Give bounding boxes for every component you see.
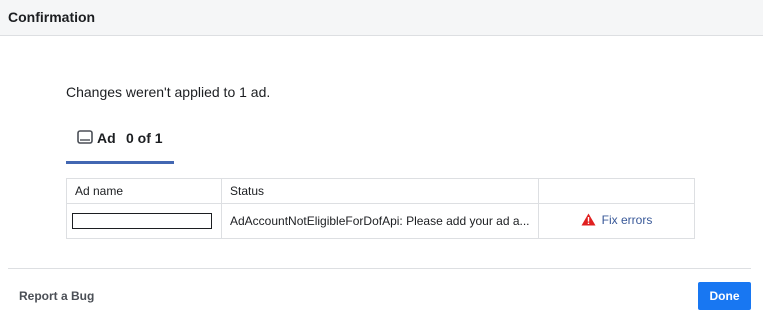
tablet-icon bbox=[77, 130, 93, 144]
ad-name-cell bbox=[66, 203, 222, 239]
results-table: Ad name Status AdAccountNotEligibleForDo… bbox=[66, 178, 695, 239]
fix-errors-label: Fix errors bbox=[601, 212, 653, 227]
warning-icon bbox=[581, 213, 596, 226]
column-header-ad-name: Ad name bbox=[66, 178, 222, 204]
table-row: AdAccountNotEligibleForDofApi: Please ad… bbox=[66, 203, 695, 239]
column-header-status: Status bbox=[221, 178, 539, 204]
action-cell: Fix errors bbox=[538, 203, 695, 239]
tab-label: Ad bbox=[97, 130, 116, 146]
tab-ad[interactable]: Ad 0 of 1 bbox=[66, 122, 174, 164]
fix-errors-link[interactable]: Fix errors bbox=[581, 212, 653, 227]
done-button[interactable]: Done bbox=[698, 282, 751, 310]
column-header-action bbox=[538, 178, 695, 204]
status-cell: AdAccountNotEligibleForDofApi: Please ad… bbox=[221, 203, 539, 239]
footer-divider bbox=[8, 268, 751, 269]
report-bug-link[interactable]: Report a Bug bbox=[19, 289, 94, 303]
tab-count: 0 of 1 bbox=[126, 130, 163, 146]
dialog-title: Confirmation bbox=[8, 9, 96, 25]
ad-name-value bbox=[72, 213, 212, 229]
table-header-row: Ad name Status bbox=[66, 178, 695, 204]
dialog-header: Confirmation bbox=[0, 0, 763, 36]
result-message: Changes weren't applied to 1 ad. bbox=[66, 84, 271, 100]
